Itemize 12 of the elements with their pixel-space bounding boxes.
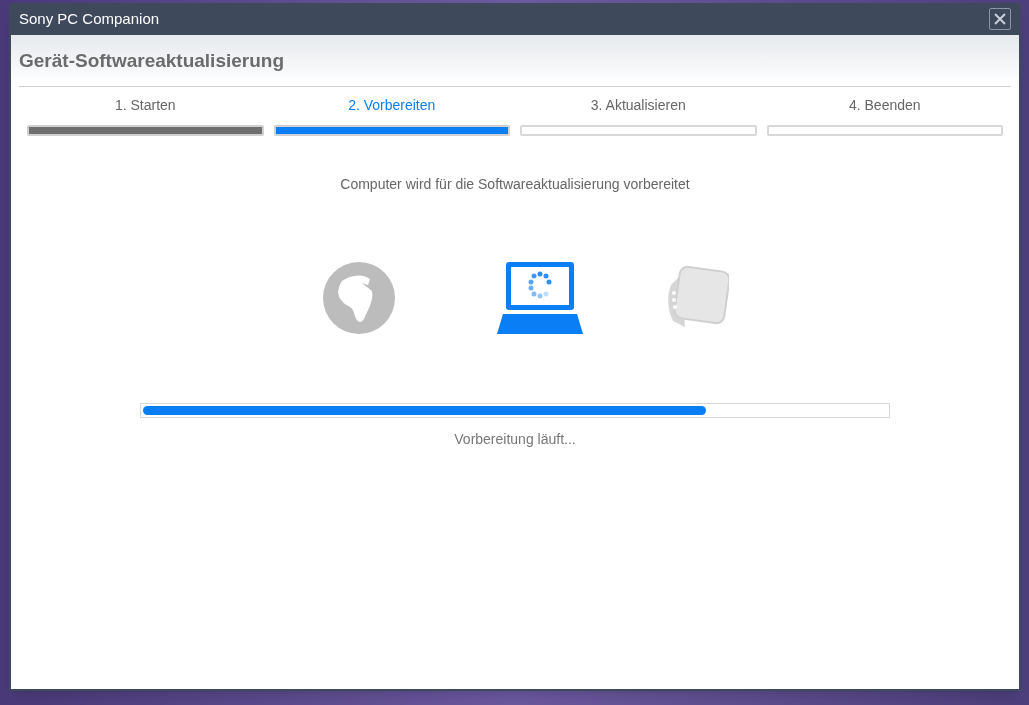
progress-caption: Vorbereitung läuft... [453,429,577,449]
step-label: 2. Vorbereiten [347,95,437,115]
window-title: Sony PC Companion [19,8,160,29]
step-label: 3. Aktualisieren [589,95,687,115]
step-label: 1. Starten [113,95,177,115]
close-icon [994,13,1006,25]
status-message: Computer wird für die Softwareaktualisierung vorbereitet [339,174,691,194]
laptop-icon [496,260,583,335]
close-button[interactable] [989,8,1011,30]
dialog-heading: Gerät-Softwareaktualisierung [19,49,286,73]
step-label: 4. Beenden [847,95,922,115]
globe-icon [321,260,396,335]
